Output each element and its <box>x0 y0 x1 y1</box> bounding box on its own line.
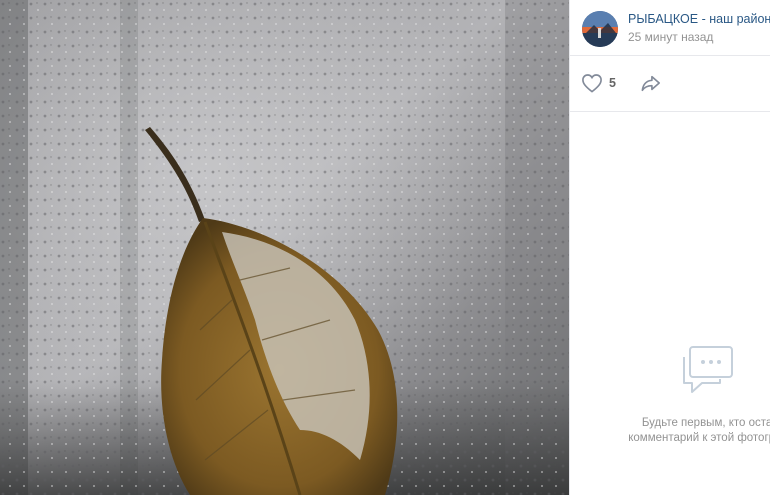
group-name-link[interactable]: РЫБАЦКОЕ - наш район! <box>628 12 770 26</box>
photo-viewer[interactable] <box>0 0 569 495</box>
like-count: 5 <box>609 76 616 90</box>
share-button[interactable] <box>640 73 662 93</box>
empty-comments-line-2: комментарий к этой фотографии <box>628 432 770 444</box>
post-time[interactable]: 25 минут назад <box>628 30 713 44</box>
avatar-image <box>582 11 618 47</box>
comments-icon <box>683 346 733 393</box>
empty-comments-line-1: Будьте первым, кто оставит <box>641 417 770 429</box>
empty-comments: Будьте первым, кто оставит комментарий к… <box>570 340 770 450</box>
group-avatar[interactable] <box>582 11 618 47</box>
like-button[interactable]: 5 <box>581 72 616 94</box>
heart-icon <box>582 74 602 93</box>
post-header: РЫБАЦКОЕ - наш район! 25 минут назад <box>570 0 770 56</box>
post-side-panel: РЫБАЦКОЕ - наш район! 25 минут назад 5 Б… <box>569 0 770 495</box>
empty-comments-text: Будьте первым, кто оставит комментарий к… <box>616 416 770 446</box>
share-icon <box>641 75 661 92</box>
post-actions: 5 <box>570 56 770 112</box>
photo-image <box>0 0 569 495</box>
